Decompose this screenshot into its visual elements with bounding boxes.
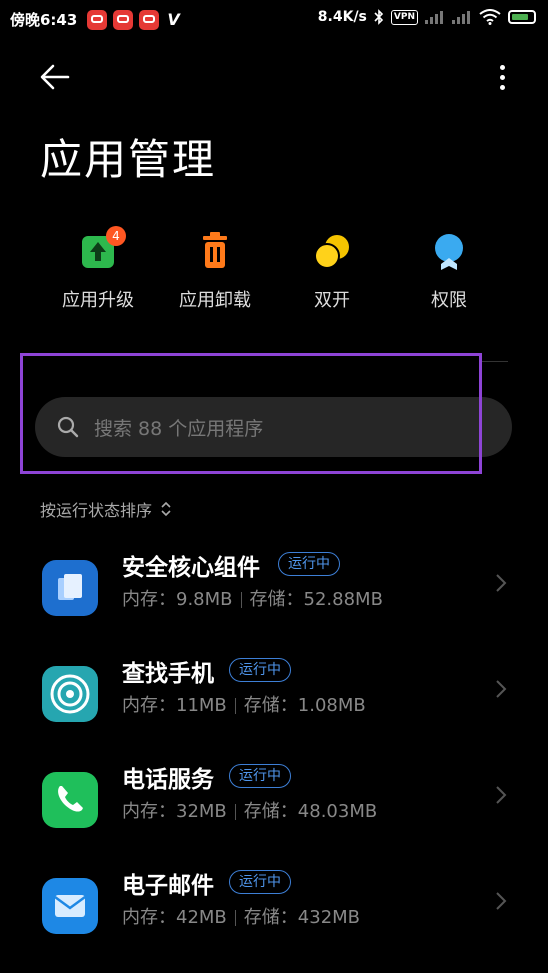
- security-core-app-icon: [42, 560, 98, 616]
- permission-icon: [429, 228, 469, 272]
- app-list-item[interactable]: 电话服务 运行中 内存：32MB 存储：48.03MB: [0, 760, 548, 850]
- email-app-icon: [42, 878, 98, 934]
- storage-usage: 存储：52.88MB: [249, 589, 383, 610]
- update-count-badge: 4: [106, 226, 126, 246]
- app-usage-info: 内存：11MB 存储：1.08MB: [122, 691, 366, 717]
- v-notification-icon: V: [167, 10, 180, 29]
- app-uninstall-button[interactable]: 应用卸载: [157, 228, 273, 312]
- wifi-icon: [479, 9, 501, 25]
- vpn-icon: VPN: [390, 9, 418, 25]
- status-time: 傍晚6:43: [10, 11, 78, 29]
- quick-action-label: 应用升级: [62, 290, 134, 311]
- app-name: 电话服务: [122, 767, 214, 793]
- memory-usage: 内存：9.8MB: [122, 589, 233, 610]
- dual-apps-button[interactable]: 双开: [274, 228, 390, 312]
- quick-action-label: 应用卸载: [179, 290, 251, 311]
- sort-label: 按运行状态排序: [40, 501, 153, 520]
- trash-icon: [195, 228, 235, 272]
- quick-actions: 4 应用升级 应用卸载 双开 权限: [0, 226, 548, 318]
- running-status-badge: 运行中: [229, 764, 291, 788]
- bluetooth-icon: [374, 9, 384, 25]
- more-options-icon[interactable]: [492, 62, 512, 92]
- search-highlight-box: [20, 353, 482, 474]
- running-status-badge: 运行中: [278, 552, 340, 576]
- app-usage-info: 内存：32MB 存储：48.03MB: [122, 797, 377, 823]
- chevron-right-icon: [496, 892, 507, 910]
- upgrade-icon: 4: [78, 226, 126, 272]
- sort-selector[interactable]: 按运行状态排序: [40, 497, 172, 521]
- app-usage-info: 内存：42MB 存储：432MB: [122, 903, 360, 929]
- network-speed: 8.4K/s: [317, 9, 367, 25]
- memory-usage: 内存：42MB: [122, 907, 227, 928]
- app-list-item[interactable]: 安全核心组件 运行中 内存：9.8MB 存储：52.88MB: [0, 548, 548, 638]
- signal-icon: [425, 10, 445, 24]
- phone-app-icon: [42, 772, 98, 828]
- find-device-app-icon: [42, 666, 98, 722]
- quick-action-label: 双开: [314, 290, 350, 311]
- chevron-right-icon: [496, 574, 507, 592]
- app-name: 安全核心组件: [122, 555, 260, 581]
- chevron-right-icon: [496, 786, 507, 804]
- app-upgrade-button[interactable]: 4 应用升级: [40, 226, 156, 312]
- sort-toggle-icon: [161, 501, 171, 517]
- back-arrow-icon[interactable]: [38, 60, 72, 94]
- signal-icon: [452, 10, 472, 24]
- page-title: 应用管理: [40, 135, 217, 184]
- chevron-right-icon: [496, 680, 507, 698]
- app-list-item[interactable]: 查找手机 运行中 内存：11MB 存储：1.08MB: [0, 654, 548, 744]
- notification-app-icon: [113, 9, 134, 30]
- status-bar: 傍晚6:43 V 8.4K/s VPN: [0, 0, 548, 38]
- app-list-item[interactable]: 电子邮件 运行中 内存：42MB 存储：432MB: [0, 866, 548, 956]
- dual-app-icon: [312, 228, 352, 272]
- app-name: 电子邮件: [122, 873, 214, 899]
- notification-app-icon: [87, 9, 108, 30]
- storage-usage: 存储：1.08MB: [243, 695, 366, 716]
- storage-usage: 存储：48.03MB: [243, 801, 378, 822]
- memory-usage: 内存：32MB: [122, 801, 227, 822]
- running-status-badge: 运行中: [229, 658, 291, 682]
- storage-usage: 存储：432MB: [243, 907, 361, 928]
- battery-icon: [508, 10, 536, 24]
- notification-app-icon: [139, 9, 160, 30]
- divider: [480, 361, 508, 362]
- permissions-button[interactable]: 权限: [391, 228, 507, 312]
- app-name: 查找手机: [122, 661, 214, 687]
- app-usage-info: 内存：9.8MB 存储：52.88MB: [122, 585, 383, 611]
- memory-usage: 内存：11MB: [122, 695, 227, 716]
- running-status-badge: 运行中: [229, 870, 291, 894]
- quick-action-label: 权限: [431, 290, 467, 311]
